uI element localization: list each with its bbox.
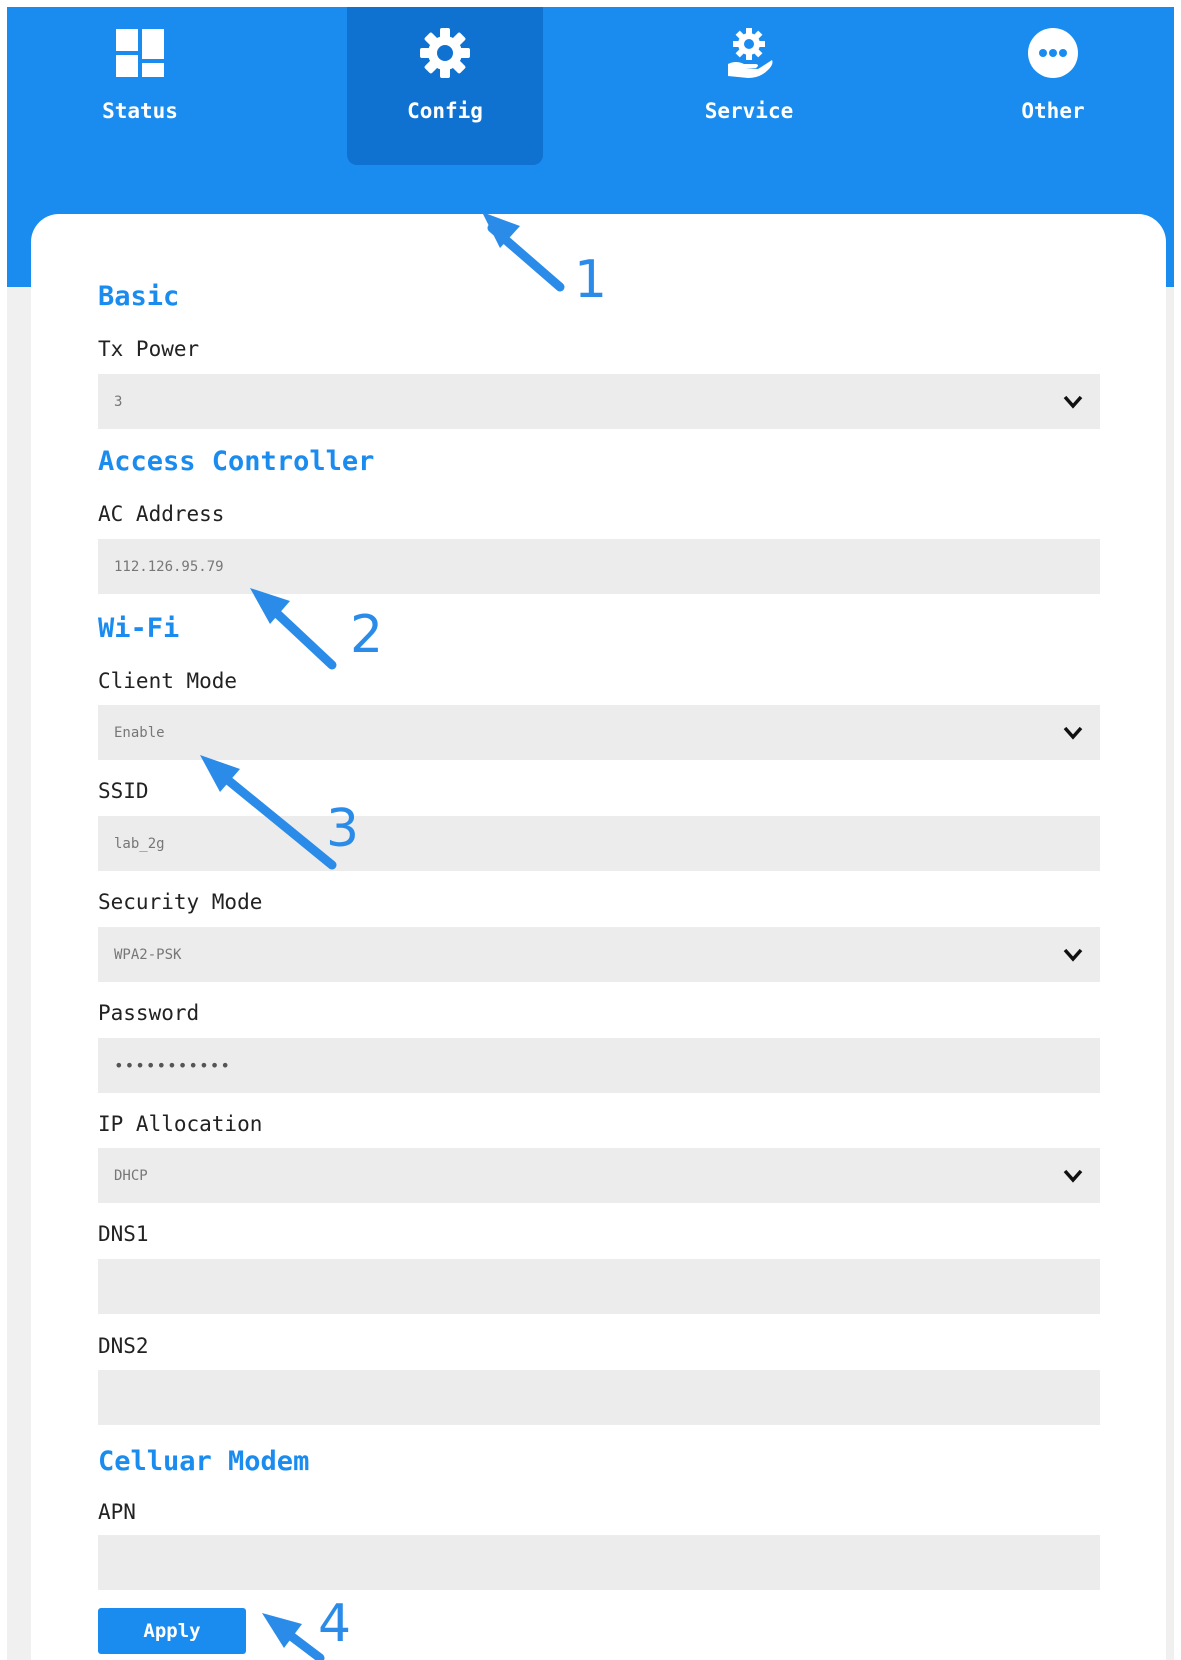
ac-address-label: AC Address xyxy=(98,502,225,526)
client-mode-select[interactable]: Enable xyxy=(98,705,1100,760)
apn-input[interactable] xyxy=(114,1554,1084,1571)
dns1-label: DNS1 xyxy=(98,1222,149,1246)
section-title-basic: Basic xyxy=(98,281,180,312)
section-title-wifi: Wi-Fi xyxy=(98,613,180,644)
tx-power-select[interactable]: 3 xyxy=(98,374,1100,429)
tab-other[interactable]: Other xyxy=(955,7,1151,165)
ssid-label: SSID xyxy=(98,779,149,803)
ac-address-input[interactable] xyxy=(114,558,1084,575)
dns1-field[interactable] xyxy=(98,1259,1100,1314)
dns1-input[interactable] xyxy=(114,1278,1084,1295)
apn-field[interactable] xyxy=(98,1535,1100,1590)
client-mode-label: Client Mode xyxy=(98,669,238,693)
tab-label: Other xyxy=(1021,99,1085,123)
chevron-down-icon xyxy=(1062,722,1084,744)
password-value[interactable]: ••••••••••• xyxy=(114,1056,231,1075)
dns2-input[interactable] xyxy=(114,1389,1084,1406)
gear-icon xyxy=(417,25,473,81)
apn-label: APN xyxy=(98,1500,136,1524)
section-title-access-controller: Access Controller xyxy=(98,446,375,477)
tab-service[interactable]: Service xyxy=(651,7,847,165)
apply-button[interactable]: Apply xyxy=(98,1608,246,1654)
dashboard-icon xyxy=(112,25,168,81)
callout-number: 4 xyxy=(318,1594,352,1654)
tab-label: Config xyxy=(407,99,483,123)
tx-power-value: 3 xyxy=(114,393,123,410)
chevron-down-icon xyxy=(1062,391,1084,413)
ac-address-field[interactable] xyxy=(98,539,1100,594)
tx-power-label: Tx Power xyxy=(98,337,200,361)
tab-label: Service xyxy=(704,99,794,123)
callout-number: 2 xyxy=(350,605,384,665)
service-icon xyxy=(721,25,777,81)
tab-label: Status xyxy=(102,99,178,123)
callout-number: 1 xyxy=(574,250,608,310)
callout-number: 3 xyxy=(326,799,360,859)
ssid-field[interactable] xyxy=(98,816,1100,871)
ip-allocation-select[interactable]: DHCP xyxy=(98,1148,1100,1203)
security-mode-label: Security Mode xyxy=(98,890,263,914)
section-title-cellular-modem: Celluar Modem xyxy=(98,1446,310,1477)
security-mode-value: WPA2-PSK xyxy=(114,946,182,963)
more-icon xyxy=(1025,25,1081,81)
ip-allocation-value: DHCP xyxy=(114,1167,148,1184)
chevron-down-icon xyxy=(1062,944,1084,966)
ip-allocation-label: IP Allocation xyxy=(98,1112,263,1136)
password-field[interactable]: ••••••••••• xyxy=(98,1038,1100,1093)
dns2-label: DNS2 xyxy=(98,1334,149,1358)
chevron-down-icon xyxy=(1062,1165,1084,1187)
tab-status[interactable]: Status xyxy=(42,7,238,165)
dns2-field[interactable] xyxy=(98,1370,1100,1425)
client-mode-value: Enable xyxy=(114,724,165,741)
security-mode-select[interactable]: WPA2-PSK xyxy=(98,927,1100,982)
tab-config[interactable]: Config xyxy=(347,7,543,165)
ssid-input[interactable] xyxy=(114,835,1084,852)
password-label: Password xyxy=(98,1001,200,1025)
